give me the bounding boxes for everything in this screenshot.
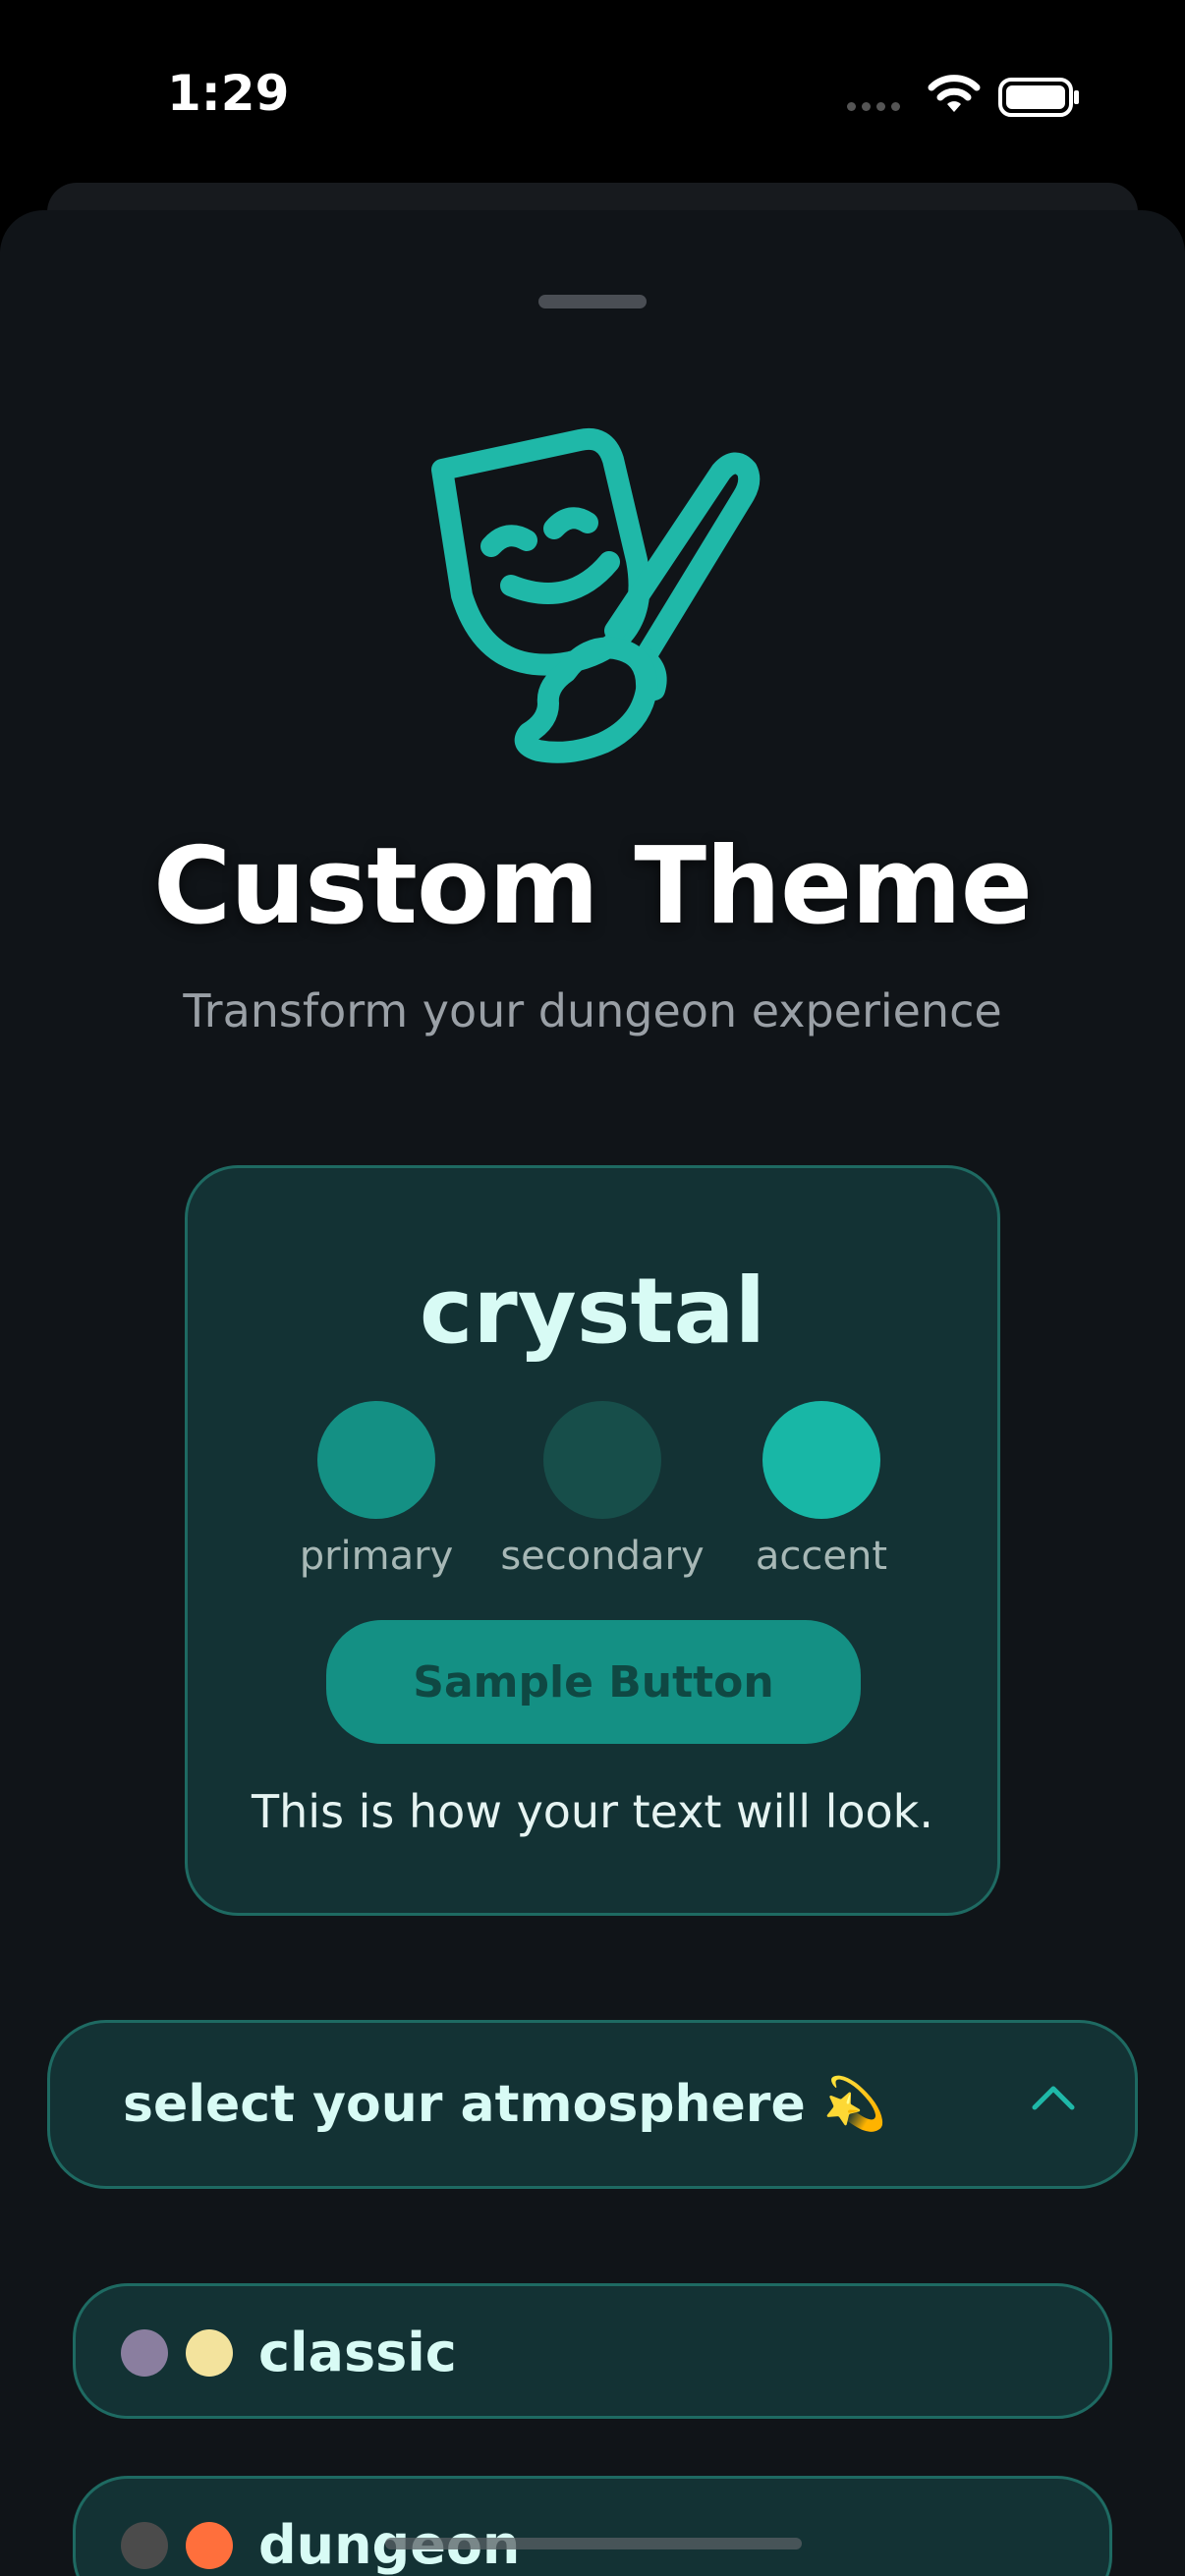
- atmosphere-dropdown-label: select your atmosphere 💫: [123, 2075, 887, 2134]
- atmosphere-option-classic[interactable]: classic: [73, 2283, 1112, 2419]
- primary-swatch-label: primary: [299, 1534, 454, 1579]
- classic-color-dot-2: [186, 2329, 233, 2377]
- chevron-up-icon: [1032, 2086, 1075, 2110]
- primary-swatch: [317, 1401, 435, 1519]
- status-bar: 1:29: [0, 0, 1185, 187]
- secondary-swatch-label: secondary: [500, 1534, 705, 1579]
- atmosphere-dropdown[interactable]: select your atmosphere 💫: [47, 2020, 1138, 2189]
- dungeon-color-dot-2: [186, 2522, 233, 2569]
- atmosphere-option-dungeon[interactable]: dungeon: [73, 2476, 1112, 2576]
- classic-color-dot-1: [121, 2329, 168, 2377]
- status-time: 1:29: [167, 65, 290, 122]
- cellular-signal-icon: [847, 102, 900, 111]
- sample-text: This is how your text will look.: [252, 1785, 933, 1838]
- battery-icon: [998, 78, 1079, 117]
- theme-name: crystal: [419, 1259, 766, 1364]
- atmosphere-option-label: classic: [258, 2322, 457, 2383]
- theme-preview-card: crystal primary secondary accent Sample …: [185, 1165, 1000, 1916]
- page-title: Custom Theme: [153, 825, 1033, 948]
- accent-swatch-label: accent: [755, 1534, 888, 1579]
- accent-swatch: [762, 1401, 880, 1519]
- sample-button[interactable]: Sample Button: [326, 1620, 861, 1744]
- theater-mask-brush-icon: [431, 428, 761, 763]
- dungeon-color-dot-1: [121, 2522, 168, 2569]
- wifi-icon: [928, 75, 981, 112]
- secondary-swatch: [543, 1401, 661, 1519]
- sheet-grabber[interactable]: [538, 295, 647, 308]
- home-indicator[interactable]: [385, 2538, 802, 2549]
- page-subtitle: Transform your dungeon experience: [183, 984, 1002, 1037]
